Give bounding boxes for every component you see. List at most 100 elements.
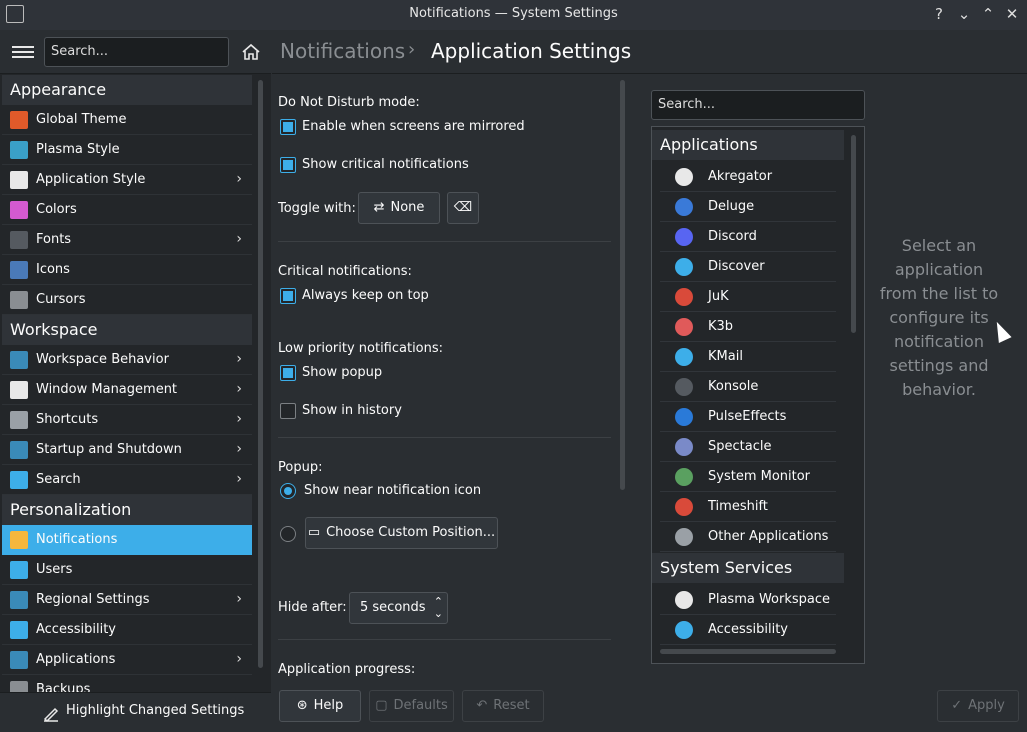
sidebar-item-application-style[interactable]: Application Style › (2, 165, 252, 195)
low-history-label[interactable]: Show in history (302, 403, 402, 418)
sidebar-item-users[interactable]: Users (2, 555, 252, 585)
breadcrumb-parent[interactable]: Notifications (280, 39, 405, 63)
low-priority-label: Low priority notifications: (278, 341, 444, 356)
workspace-behavior-icon (10, 351, 28, 369)
sidebar-item-label: Workspace Behavior (36, 352, 169, 367)
choose-custom-position-button[interactable]: ▭ Choose Custom Position... (305, 517, 498, 549)
sidebar-search-input[interactable]: Search... (44, 37, 229, 67)
application-list-item[interactable]: Akregator (660, 162, 836, 192)
sidebar-item-icons[interactable]: Icons (2, 255, 252, 285)
application-list-item[interactable]: K3b (660, 312, 836, 342)
application-list-item[interactable]: Timeshift (660, 492, 836, 522)
application-list-item[interactable]: Discover (660, 252, 836, 282)
popup-near-radio[interactable] (280, 483, 296, 499)
settings-pane: Do Not Disturb mode: Enable when screens… (272, 75, 632, 682)
application-list-item[interactable]: Other Applications (660, 522, 836, 552)
application-list-hscrollbar[interactable] (660, 649, 836, 654)
sidebar-item-label: Startup and Shutdown (36, 442, 182, 457)
low-popup-checkbox[interactable] (280, 365, 296, 381)
application-list-item[interactable]: Konsole (660, 372, 836, 402)
sidebar-item-colors[interactable]: Colors (2, 195, 252, 225)
application-list-item[interactable]: KMail (660, 342, 836, 372)
sidebar-item-label: Search (36, 472, 81, 487)
sidebar-item-accessibility[interactable]: Accessibility (2, 615, 252, 645)
reset-button-label: Reset (493, 698, 530, 713)
sidebar-list: Appearance Global Theme Plasma Style Applic… (2, 75, 252, 695)
highlight-changed-button[interactable]: Highlight Changed Settings (0, 692, 271, 732)
application-list-item[interactable]: Discord (660, 222, 836, 252)
sidebar-item-label: Application Style (36, 172, 146, 187)
dnd-mirrored-checkbox[interactable] (280, 119, 296, 135)
spin-down-icon[interactable]: ⌄ (434, 599, 443, 629)
chevron-right-icon: › (236, 651, 242, 667)
low-history-checkbox[interactable] (280, 403, 296, 419)
application-list-item[interactable]: PulseEffects (660, 402, 836, 432)
sidebar-item-startup-and-shutdown[interactable]: Startup and Shutdown › (2, 435, 252, 465)
critical-keep-top-label[interactable]: Always keep on top (302, 288, 429, 303)
sidebar-item-cursors[interactable]: Cursors (2, 285, 252, 315)
colors-icon (10, 201, 28, 219)
pulseeffects-icon (675, 408, 693, 426)
sidebar-item-regional-settings[interactable]: Regional Settings › (2, 585, 252, 615)
k3b-icon (675, 318, 693, 336)
highlighter-icon (43, 707, 59, 722)
monitor-icon: ▭ (307, 525, 321, 540)
sidebar-scrollbar[interactable] (258, 80, 263, 668)
sidebar-item-global-theme[interactable]: Global Theme (2, 105, 252, 135)
sidebar-item-label: Users (36, 562, 73, 577)
close-icon[interactable]: ✕ (1001, 3, 1023, 25)
minimize-icon[interactable]: ⌄ (953, 3, 975, 25)
sidebar-item-label: Plasma Style (36, 142, 120, 157)
application-list-item-label: Discord (708, 229, 757, 244)
sidebar-category: Workspace (2, 315, 252, 345)
sidebar-item-fonts[interactable]: Fonts › (2, 225, 252, 255)
sidebar-item-label: Icons (36, 262, 70, 277)
accessibility-icon (10, 621, 28, 639)
application-list-item-label: System Monitor (708, 469, 811, 484)
application-list-item[interactable]: Plasma Workspace (660, 585, 836, 615)
application-list-item[interactable]: System Monitor (660, 462, 836, 492)
hide-after-spinbox[interactable]: 5 seconds ⌃ ⌄ (349, 592, 448, 624)
help-buoy-icon: ⊛ (296, 698, 308, 713)
maximize-icon[interactable]: ⌃ (977, 3, 999, 25)
critical-keep-top-checkbox[interactable] (280, 288, 296, 304)
help-button[interactable]: ⊛ Help (279, 690, 361, 722)
application-list-item-label: Akregator (708, 169, 773, 184)
dnd-critical-checkbox[interactable] (280, 157, 296, 173)
sidebar-item-shortcuts[interactable]: Shortcuts › (2, 405, 252, 435)
toggle-shortcut-button[interactable]: ⇄ None (358, 192, 440, 224)
application-list-scrollbar[interactable] (851, 135, 856, 333)
popup-near-label[interactable]: Show near notification icon (304, 483, 481, 498)
juk-icon (675, 288, 693, 306)
application-search-input[interactable]: Search... (651, 90, 865, 120)
application-list-item-label: Other Applications (708, 529, 829, 544)
help-icon[interactable]: ? (928, 3, 950, 25)
sidebar-item-workspace-behavior[interactable]: Workspace Behavior › (2, 345, 252, 375)
low-popup-label[interactable]: Show popup (302, 365, 382, 380)
application-list-item[interactable]: JuK (660, 282, 836, 312)
hide-after-value: 5 seconds (360, 600, 426, 615)
reset-button[interactable]: ↶ Reset (462, 690, 544, 722)
sidebar-item-search[interactable]: Search › (2, 465, 252, 495)
konsole-icon (675, 378, 693, 396)
application-list-category: Applications (652, 130, 844, 160)
application-list-category: System Services (652, 553, 844, 583)
application-list-item[interactable]: Accessibility (660, 615, 836, 645)
hamburger-menu-icon[interactable] (12, 43, 34, 61)
home-icon[interactable] (241, 42, 261, 62)
sidebar-item-window-management[interactable]: Window Management › (2, 375, 252, 405)
defaults-button[interactable]: ▢ Defaults (369, 690, 454, 722)
application-list-item[interactable]: Deluge (660, 192, 836, 222)
application-list-item[interactable]: Spectacle (660, 432, 836, 462)
popup-custom-radio[interactable] (280, 526, 296, 542)
other-applications-icon (675, 528, 693, 546)
apply-button[interactable]: ✓ Apply (937, 690, 1019, 722)
clear-shortcut-button[interactable]: ⌫ (447, 192, 479, 224)
settings-scrollbar[interactable] (620, 80, 625, 490)
sidebar-item-plasma-style[interactable]: Plasma Style (2, 135, 252, 165)
dnd-critical-label[interactable]: Show critical notifications (302, 157, 469, 172)
sidebar-item-label: Global Theme (36, 112, 127, 127)
sidebar-item-notifications[interactable]: Notifications (2, 525, 252, 555)
sidebar-item-applications[interactable]: Applications › (2, 645, 252, 675)
dnd-mirrored-label[interactable]: Enable when screens are mirrored (302, 119, 525, 134)
